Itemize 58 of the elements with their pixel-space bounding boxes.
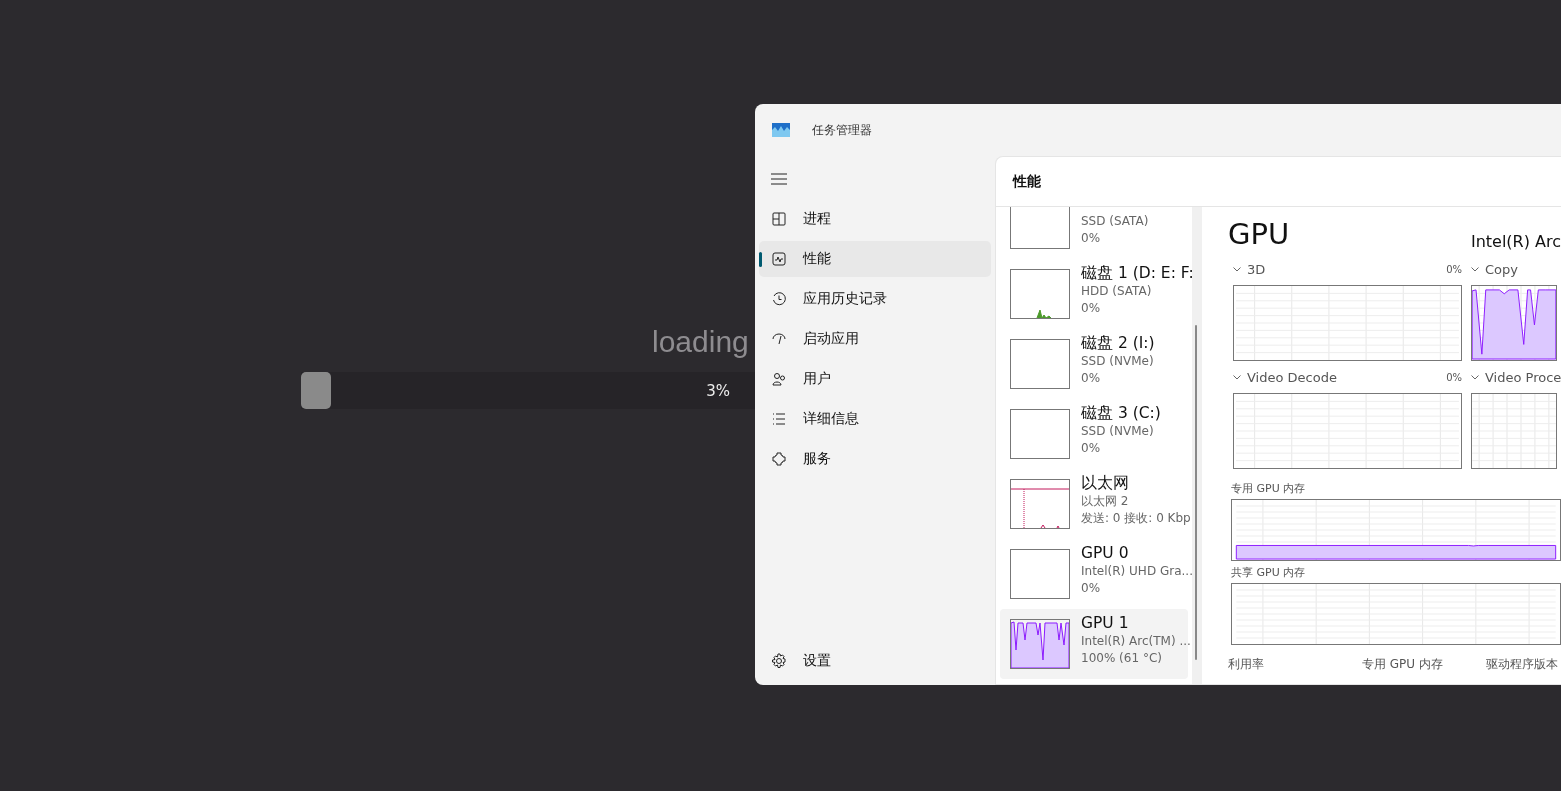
users-icon: [771, 371, 787, 387]
nav-item[interactable]: 服务: [759, 441, 991, 477]
engine-label[interactable]: 3D: [1247, 261, 1266, 277]
stat-label: 利用率: [1228, 657, 1265, 671]
loading-text: loading: [652, 324, 749, 360]
gpu-title: GPU: [1228, 219, 1290, 249]
device-name: 磁盘 3 (C:): [1081, 403, 1161, 423]
device-reading: 0%: [1081, 440, 1102, 457]
nav-item[interactable]: 进程: [759, 201, 991, 237]
device-name: GPU 1: [1081, 613, 1130, 633]
engine-reading: 0%: [1446, 371, 1462, 383]
nav-item[interactable]: 详细信息: [759, 401, 991, 437]
device-item[interactable]: SSD (SATA) 0%: [1000, 207, 1188, 259]
device-type: SSD (NVMe): [1081, 423, 1155, 440]
menu-icon[interactable]: [771, 173, 787, 185]
memory-label: 专用 GPU 内存: [1231, 481, 1307, 496]
stat-label: 驱动程序版本: [1486, 657, 1559, 671]
chevron-icon[interactable]: [1233, 374, 1241, 380]
nav-item[interactable]: 应用历史记录: [759, 281, 991, 317]
nav-item[interactable]: 启动应用: [759, 321, 991, 357]
chevron-icon[interactable]: [1471, 374, 1479, 380]
engine-label[interactable]: Copy: [1485, 261, 1518, 277]
chevron-icon[interactable]: [1471, 266, 1479, 272]
device-item[interactable]: GPU 1 Intel(R) Arc(TM) ... 100% (61 °C): [1000, 609, 1188, 679]
device-reading: 发送: 0 接收: 0 Kbp: [1081, 510, 1188, 527]
history-icon: [771, 291, 787, 307]
device-type: Intel(R) Arc(TM) ...: [1081, 633, 1188, 650]
settings-item[interactable]: 设置: [759, 643, 991, 679]
memory-label: 共享 GPU 内存: [1231, 565, 1307, 580]
progress-reading: 3%: [706, 381, 730, 400]
nav-item[interactable]: 用户: [759, 361, 991, 397]
device-reading: 0%: [1081, 580, 1102, 597]
window-title: 任务管理器: [812, 121, 872, 139]
engine-label[interactable]: Video Decode: [1247, 369, 1337, 385]
settings-icon: [771, 653, 787, 669]
device-type: SSD (SATA): [1081, 213, 1149, 230]
app-icon: [772, 123, 790, 137]
device-name: GPU 0: [1081, 543, 1130, 563]
device-reading: 0%: [1081, 230, 1102, 247]
device-name: 以太网: [1081, 473, 1130, 493]
device-name: 磁盘 2 (I:): [1081, 333, 1155, 353]
device-item[interactable]: 磁盘 3 (C:) SSD (NVMe) 0%: [1000, 399, 1188, 469]
engine-reading: 0%: [1446, 263, 1462, 275]
stat-label: 专用 GPU 内存: [1362, 657, 1444, 671]
device-type: HDD (SATA): [1081, 283, 1153, 300]
page-title: 性能: [996, 157, 1561, 207]
gpu-model: Intel(R) Arc: [1470, 232, 1561, 251]
scrollbar-thumb[interactable]: [1195, 325, 1197, 660]
device-item[interactable]: 以太网 以太网 2 发送: 0 接收: 0 Kbp: [1000, 469, 1188, 539]
device-reading: 100% (61 °C): [1081, 650, 1163, 667]
device-type: SSD (NVMe): [1081, 353, 1155, 370]
engine-label[interactable]: Video Proce: [1485, 369, 1561, 385]
chevron-icon[interactable]: [1233, 266, 1241, 272]
nav-item[interactable]: 性能: [759, 241, 991, 277]
device-type: 以太网 2: [1081, 493, 1130, 510]
device-reading: 0%: [1081, 300, 1102, 317]
device-reading: 0%: [1081, 370, 1102, 387]
device-item[interactable]: 磁盘 2 (I:) SSD (NVMe) 0%: [1000, 329, 1188, 399]
